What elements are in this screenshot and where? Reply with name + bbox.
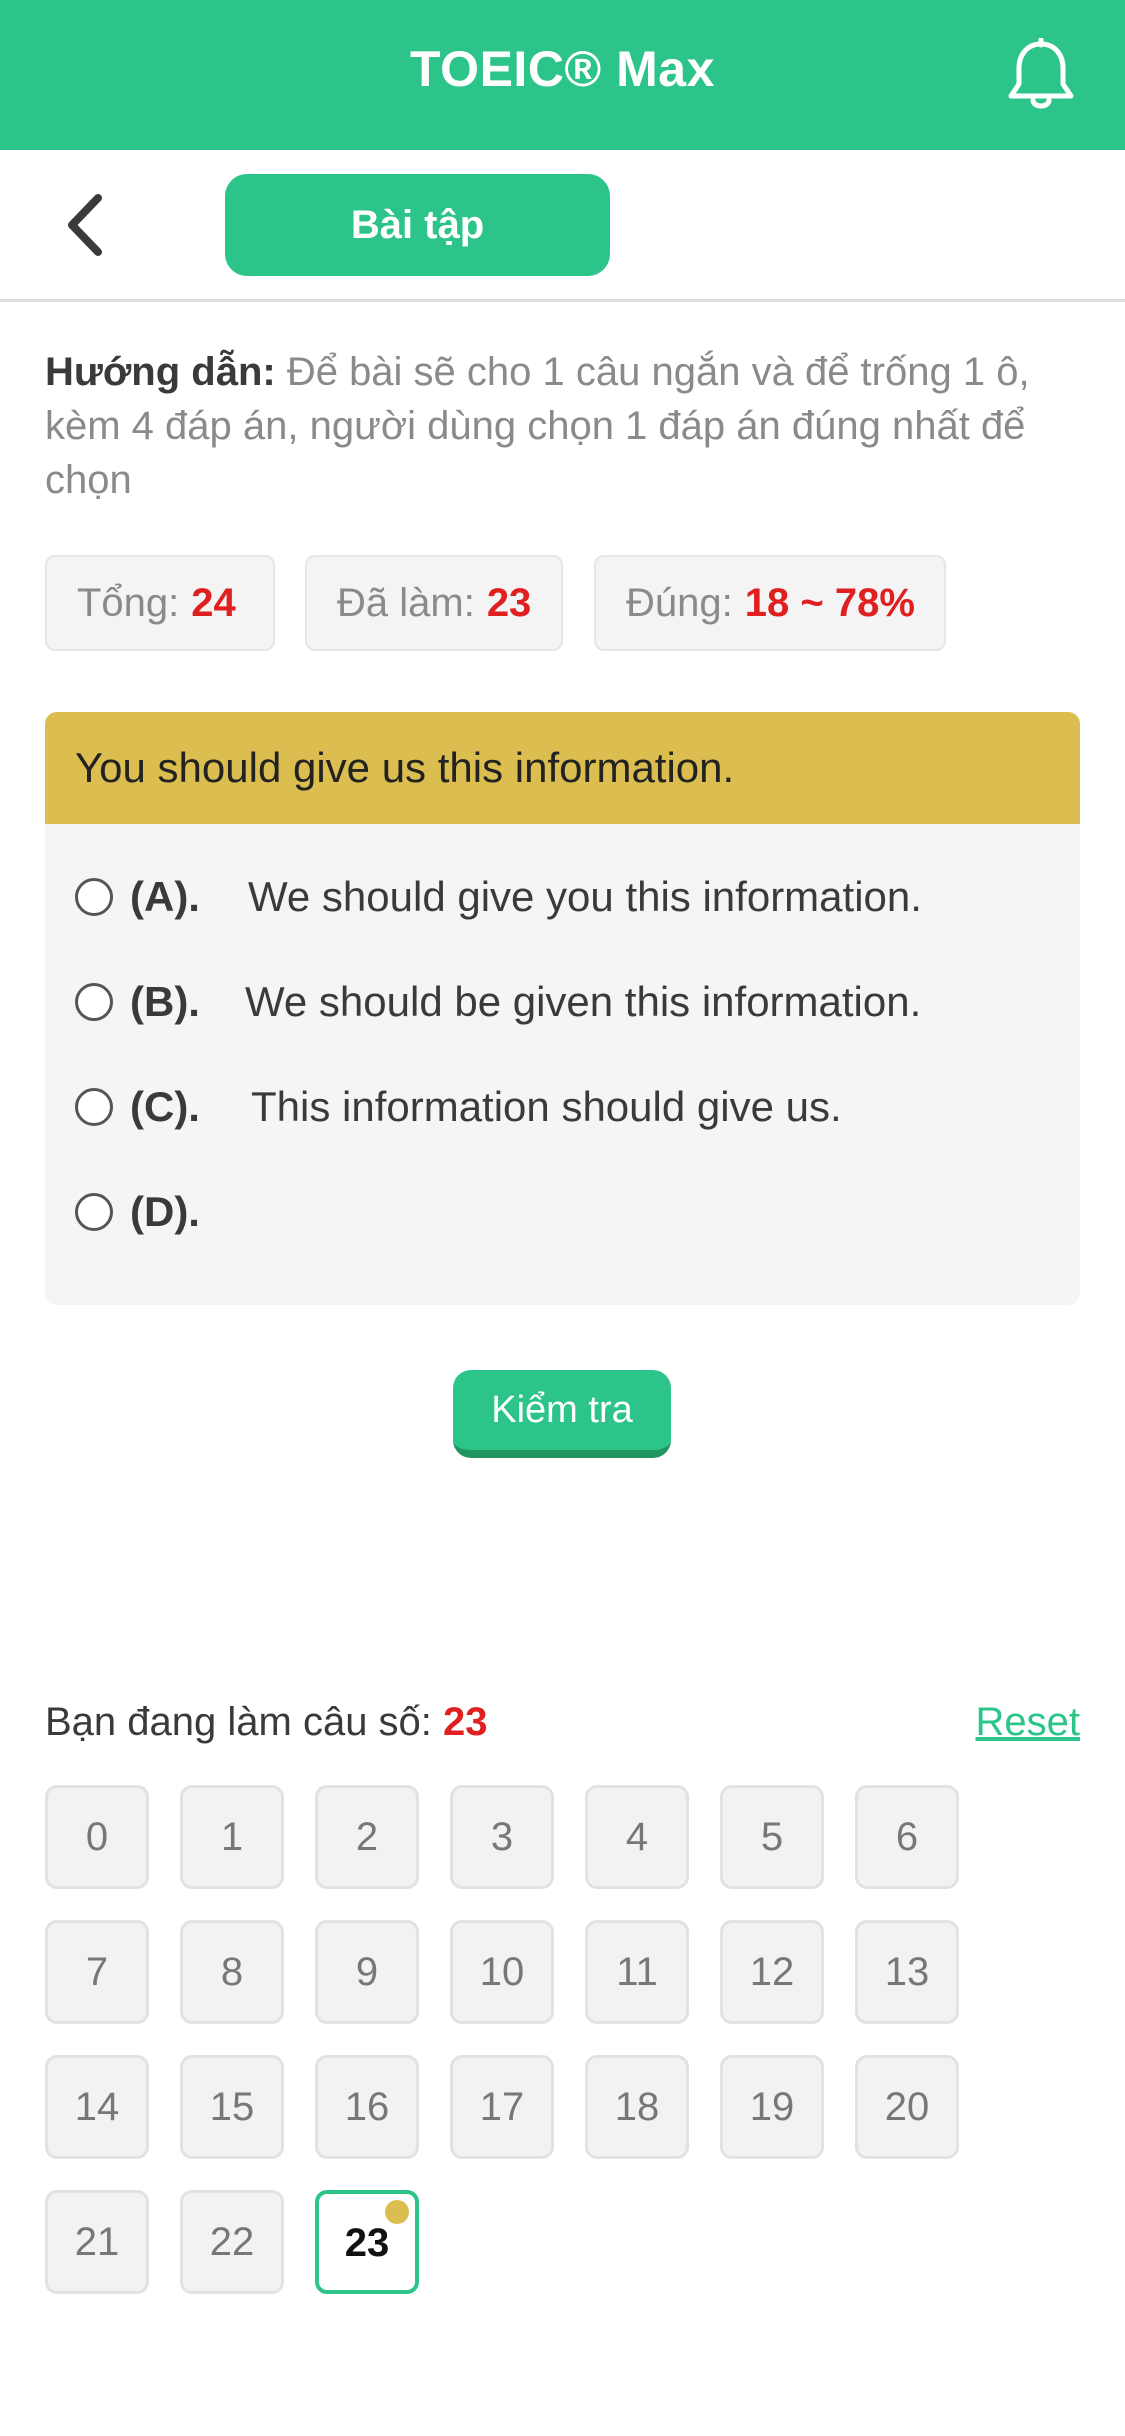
question-number-button[interactable]: 12 [720,1920,824,2024]
question-number-button[interactable]: 21 [45,2190,149,2294]
question-number-button[interactable]: 14 [45,2055,149,2159]
question-number-label: 4 [625,1815,649,1859]
instructions-label: Hướng dẫn: [45,350,276,394]
radio-button[interactable] [75,1088,113,1126]
question-number-label: 12 [749,1950,795,1994]
question-number-button[interactable]: 5 [720,1785,824,1889]
question-number-label: 22 [209,2220,255,2264]
question-number-button[interactable]: 0 [45,1785,149,1889]
question-number-button[interactable]: 2 [315,1785,419,1889]
option-letter: (D). [130,1188,200,1235]
back-arrow-icon[interactable] [56,190,116,260]
stat-correct-value: 18 ~ 78% [744,581,915,625]
stat-done-label: Đã làm: [337,581,475,625]
question-number-label: 2 [355,1815,379,1859]
question-number-button[interactable]: 16 [315,2055,419,2159]
question-number-button[interactable]: 8 [180,1920,284,2024]
question-number-button[interactable]: 6 [855,1785,959,1889]
question-number-label: 7 [85,1950,109,1994]
stat-total-label: Tổng: [77,581,180,625]
stat-done-value: 23 [486,581,532,625]
question-number-label: 16 [344,2085,390,2129]
question-number-label: 8 [220,1950,244,1994]
question-number-button[interactable]: 18 [585,2055,689,2159]
question-number-label: 10 [479,1950,525,1994]
radio-button[interactable] [75,1193,113,1231]
question-number-button[interactable]: 1 [180,1785,284,1889]
stat-done: Đã làm: 23 [305,555,563,651]
question-number-label: 15 [209,2085,255,2129]
question-card: You should give us this information. (A)… [45,712,1080,1305]
question-number-label: 6 [895,1815,919,1859]
option-text: We should be given this information. [245,978,922,1025]
question-number-button[interactable]: 19 [720,2055,824,2159]
stat-correct: Đúng: 18 ~ 78% [594,555,946,651]
question-number-button[interactable]: 22 [180,2190,284,2294]
question-number-button[interactable]: 20 [855,2055,959,2159]
question-number-button[interactable]: 17 [450,2055,554,2159]
stat-total-value: 24 [191,581,236,625]
question-number-button[interactable]: 10 [450,1920,554,2024]
question-number-label: 21 [74,2220,120,2264]
question-number-button[interactable]: 3 [450,1785,554,1889]
question-number-label: 9 [355,1950,379,1994]
question-number-label: 3 [490,1815,514,1859]
question-number-label: 23 [344,2221,390,2265]
current-question-number: 23 [443,1700,488,1744]
question-number-button[interactable]: 11 [585,1920,689,2024]
option-text: We should give you this information. [248,873,922,920]
question-text: You should give us this information. [45,712,1080,824]
question-number-label: 17 [479,2085,525,2129]
current-question-label: Bạn đang làm câu số: 23 [45,1700,488,1745]
option-letter: (B). [130,978,200,1025]
question-number-label: 0 [85,1815,109,1859]
option-a[interactable]: (A). We should give you this information… [75,862,1075,932]
question-number-label: 11 [616,1950,658,1994]
app-title: TOEIC® Max [410,41,715,97]
stat-correct-label: Đúng: [626,581,733,625]
option-letter: (C). [130,1083,200,1130]
question-number-label: 19 [749,2085,795,2129]
question-number-button[interactable]: 15 [180,2055,284,2159]
bell-icon[interactable] [1005,38,1077,114]
tab-bai-tap[interactable]: Bài tập [225,174,610,276]
question-number-label: 20 [884,2085,930,2129]
reset-link[interactable]: Reset [976,1700,1081,1745]
app-bar: TOEIC® Max [0,0,1125,150]
radio-button[interactable] [75,878,113,916]
question-number-label: 1 [220,1815,244,1859]
current-indicator-dot [385,2200,409,2224]
question-number-button[interactable]: 7 [45,1920,149,2024]
question-number-label: 14 [74,2085,120,2129]
question-number-button[interactable]: 9 [315,1920,419,2024]
option-text: This information should give us. [251,1083,842,1130]
current-question-text: Bạn đang làm câu số: [45,1700,444,1744]
option-d[interactable]: (D). [75,1177,1075,1247]
question-number-button[interactable]: 23 [315,2190,419,2294]
question-number-label: 5 [760,1815,784,1859]
question-number-button[interactable]: 13 [855,1920,959,2024]
question-number-label: 13 [884,1950,930,1994]
stat-total: Tổng: 24 [45,555,275,651]
question-number-label: 18 [614,2085,660,2129]
sub-header: Bài tập [0,150,1125,302]
radio-button[interactable] [75,983,113,1021]
instructions: Hướng dẫn: Để bài sẽ cho 1 câu ngắn và đ… [45,345,1085,507]
option-letter: (A). [130,873,200,920]
check-button[interactable]: Kiểm tra [453,1370,671,1458]
option-c[interactable]: (C). This information should give us. [75,1072,1075,1142]
option-b[interactable]: (B). We should be given this information… [75,967,1075,1037]
question-number-button[interactable]: 4 [585,1785,689,1889]
